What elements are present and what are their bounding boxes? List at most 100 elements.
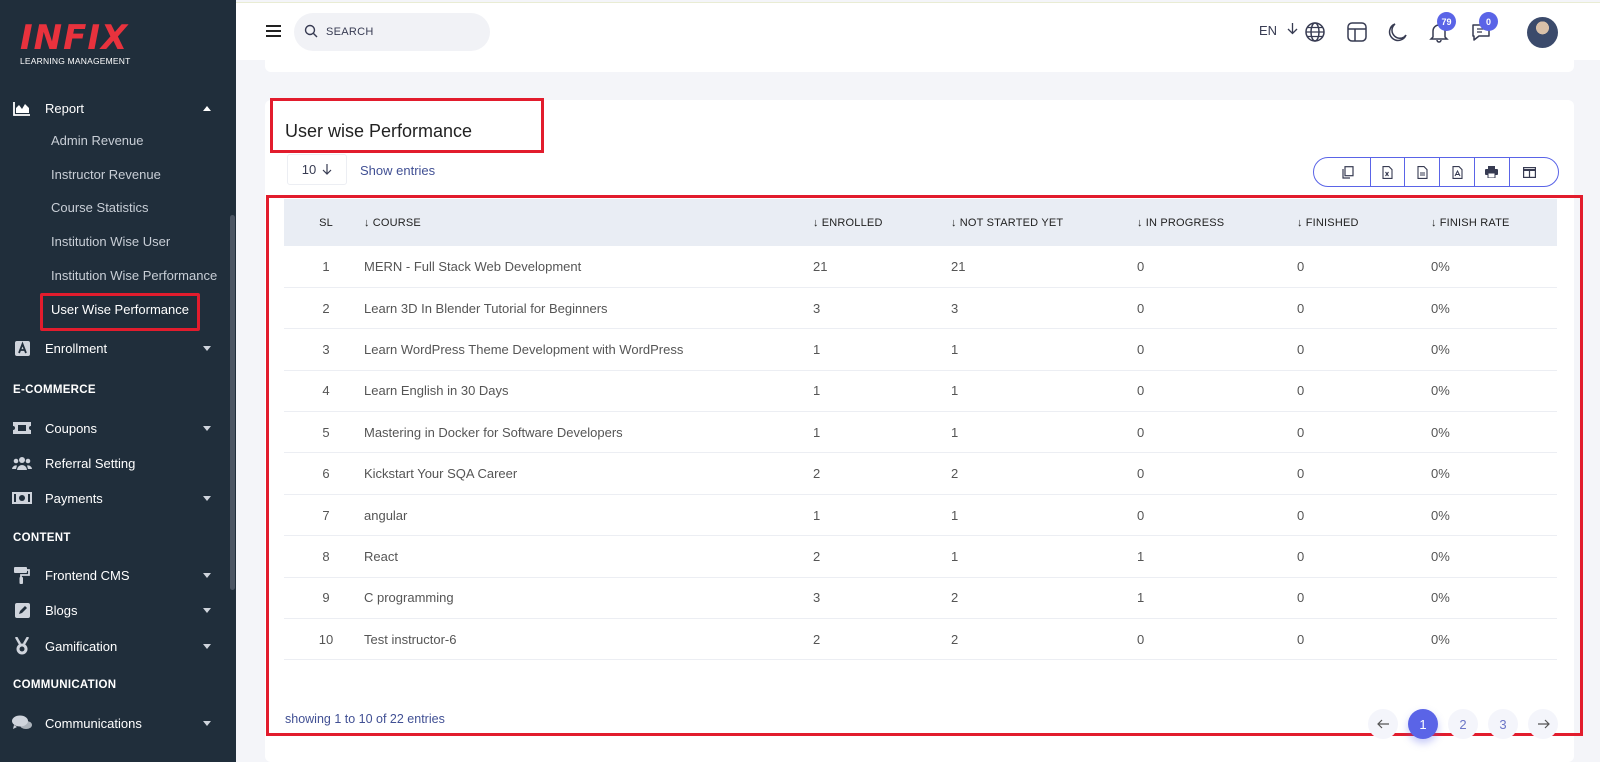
sidebar-item-blogs[interactable]: Blogs xyxy=(0,595,232,625)
chevron-down-icon xyxy=(203,607,211,613)
chevron-down-icon xyxy=(203,643,211,649)
column-header-finish-rate[interactable]: ↓ FINISH RATE xyxy=(1431,199,1557,246)
cell-course: Test instructor-6 xyxy=(364,631,457,647)
chevron-up-icon xyxy=(203,105,211,111)
sidebar-item-enrollment[interactable]: Enrollment xyxy=(0,333,232,363)
cell-course: React xyxy=(364,548,398,564)
sidebar-item-label: Gamification xyxy=(45,638,118,654)
cell-finished: 0 xyxy=(1297,258,1305,274)
sidebar-item-label: Coupons xyxy=(45,420,98,436)
header-label: NOT STARTED YET xyxy=(959,216,1064,229)
section-content: CONTENT xyxy=(13,532,71,544)
header-label: FINISH RATE xyxy=(1439,216,1510,229)
excel-button[interactable] xyxy=(1369,158,1405,186)
cell-enrolled: 21 xyxy=(813,258,828,274)
table-row: 10 Test instructor-6 2 2 0 0 0% xyxy=(284,619,1557,660)
print-button[interactable] xyxy=(1473,158,1509,186)
menu-icon[interactable] xyxy=(266,25,281,37)
topbar: SEARCH EN 79 0 xyxy=(236,2,1600,60)
cell-in-progress: 1 xyxy=(1137,590,1145,606)
cell-enrolled: 2 xyxy=(813,631,821,647)
logo[interactable]: INFIX LEARNING MANAGEMENT xyxy=(20,20,131,66)
sidebar-subitem-institution-wise-user[interactable]: Institution Wise User xyxy=(51,234,170,249)
language-selector[interactable]: EN xyxy=(1259,23,1298,38)
column-header-in-progress[interactable]: ↓ IN PROGRESS xyxy=(1137,199,1297,246)
chevron-down-icon xyxy=(203,572,211,578)
cell-not-started: 1 xyxy=(951,548,959,564)
column-header-enrolled[interactable]: ↓ ENROLLED xyxy=(813,199,951,246)
cell-enrolled: 1 xyxy=(813,383,821,399)
layout-icon[interactable] xyxy=(1346,21,1368,43)
cell-not-started: 2 xyxy=(951,631,959,647)
cell-course: angular xyxy=(364,507,408,523)
cell-enrolled: 2 xyxy=(813,548,821,564)
sidebar-item-frontend-cms[interactable]: Frontend CMS xyxy=(0,560,232,590)
export-button-group xyxy=(1313,157,1559,187)
sidebar-item-gamification[interactable]: Gamification xyxy=(0,631,232,661)
pdf-button[interactable] xyxy=(1439,158,1474,186)
cell-finish-rate: 0% xyxy=(1431,507,1450,523)
pagination-page-3[interactable]: 3 xyxy=(1488,709,1518,739)
chevron-down-icon xyxy=(203,425,211,431)
logo-subtitle: LEARNING MANAGEMENT xyxy=(20,56,131,66)
csv-button[interactable] xyxy=(1404,158,1439,186)
sidebar-subitem-instructor-revenue[interactable]: Instructor Revenue xyxy=(51,167,161,182)
avatar[interactable] xyxy=(1527,17,1558,48)
table-row: 6 Kickstart Your SQA Career 2 2 0 0 0% xyxy=(284,453,1557,495)
edit-icon xyxy=(12,601,32,619)
cell-finish-rate: 0% xyxy=(1431,341,1450,357)
sidebar-item-coupons[interactable]: Coupons xyxy=(0,413,232,443)
cell-course: MERN - Full Stack Web Development xyxy=(364,258,582,274)
sidebar-subitem-admin-revenue[interactable]: Admin Revenue xyxy=(51,133,144,148)
sidebar-item-label: Payments xyxy=(45,490,103,506)
pagination-next-button[interactable] xyxy=(1528,709,1558,739)
cell-sl: 7 xyxy=(322,507,330,523)
pagination-page-1[interactable]: 1 xyxy=(1408,709,1438,739)
cell-enrolled: 3 xyxy=(813,300,821,316)
column-header-course[interactable]: ↓ COURSE xyxy=(364,199,813,246)
sidebar-item-communications[interactable]: Communications xyxy=(0,708,232,738)
cell-not-started: 2 xyxy=(951,590,959,606)
sidebar-item-report[interactable]: Report xyxy=(0,93,232,123)
cell-course: Learn English in 30 Days xyxy=(364,383,509,399)
cell-finished: 0 xyxy=(1297,300,1305,316)
medal-icon xyxy=(12,637,32,655)
sort-arrow-icon: ↓ xyxy=(1431,216,1437,229)
cell-finished: 0 xyxy=(1297,341,1305,357)
pagination-page-2[interactable]: 2 xyxy=(1448,709,1478,739)
sidebar-subitem-user-wise-performance[interactable]: User Wise Performance xyxy=(51,302,189,317)
column-visibility-button[interactable] xyxy=(1508,158,1558,186)
chart-area-icon xyxy=(12,99,32,117)
cell-sl: 9 xyxy=(322,590,330,606)
copy-button[interactable] xyxy=(1314,158,1370,186)
search-input[interactable]: SEARCH xyxy=(294,13,490,51)
entries-select[interactable]: 10 xyxy=(287,154,347,185)
csv-file-icon xyxy=(1417,165,1428,179)
cell-in-progress: 0 xyxy=(1137,300,1145,316)
cell-finish-rate: 0% xyxy=(1431,300,1450,316)
chevron-down-icon xyxy=(203,495,211,501)
cell-finish-rate: 0% xyxy=(1431,631,1450,647)
pagination-prev-button[interactable] xyxy=(1368,709,1398,739)
sidebar-item-label: Communications xyxy=(45,715,142,731)
cell-finished: 0 xyxy=(1297,548,1305,564)
column-header-sl[interactable]: SL xyxy=(284,199,364,246)
sidebar-scrollbar[interactable] xyxy=(230,215,235,590)
cell-sl: 4 xyxy=(322,383,330,399)
cell-not-started: 3 xyxy=(951,300,959,316)
column-header-finished[interactable]: ↓ FINISHED xyxy=(1297,199,1431,246)
header-label: FINISHED xyxy=(1305,216,1359,229)
cell-finish-rate: 0% xyxy=(1431,590,1450,606)
cell-sl: 10 xyxy=(318,631,334,647)
moon-icon[interactable] xyxy=(1387,21,1409,43)
column-header-not-started[interactable]: ↓ NOT STARTED YET xyxy=(951,199,1137,246)
paint-roller-icon xyxy=(12,566,32,584)
cell-finished: 0 xyxy=(1297,466,1305,482)
sidebar-subitem-institution-wise-performance[interactable]: Institution Wise Performance xyxy=(51,268,217,283)
ticket-icon xyxy=(12,419,32,437)
cell-in-progress: 0 xyxy=(1137,383,1145,399)
sidebar-subitem-course-statistics[interactable]: Course Statistics xyxy=(51,200,149,215)
globe-icon[interactable] xyxy=(1304,21,1326,43)
sidebar-item-referral-setting[interactable]: Referral Setting xyxy=(0,448,232,478)
sidebar-item-payments[interactable]: Payments xyxy=(0,483,232,513)
